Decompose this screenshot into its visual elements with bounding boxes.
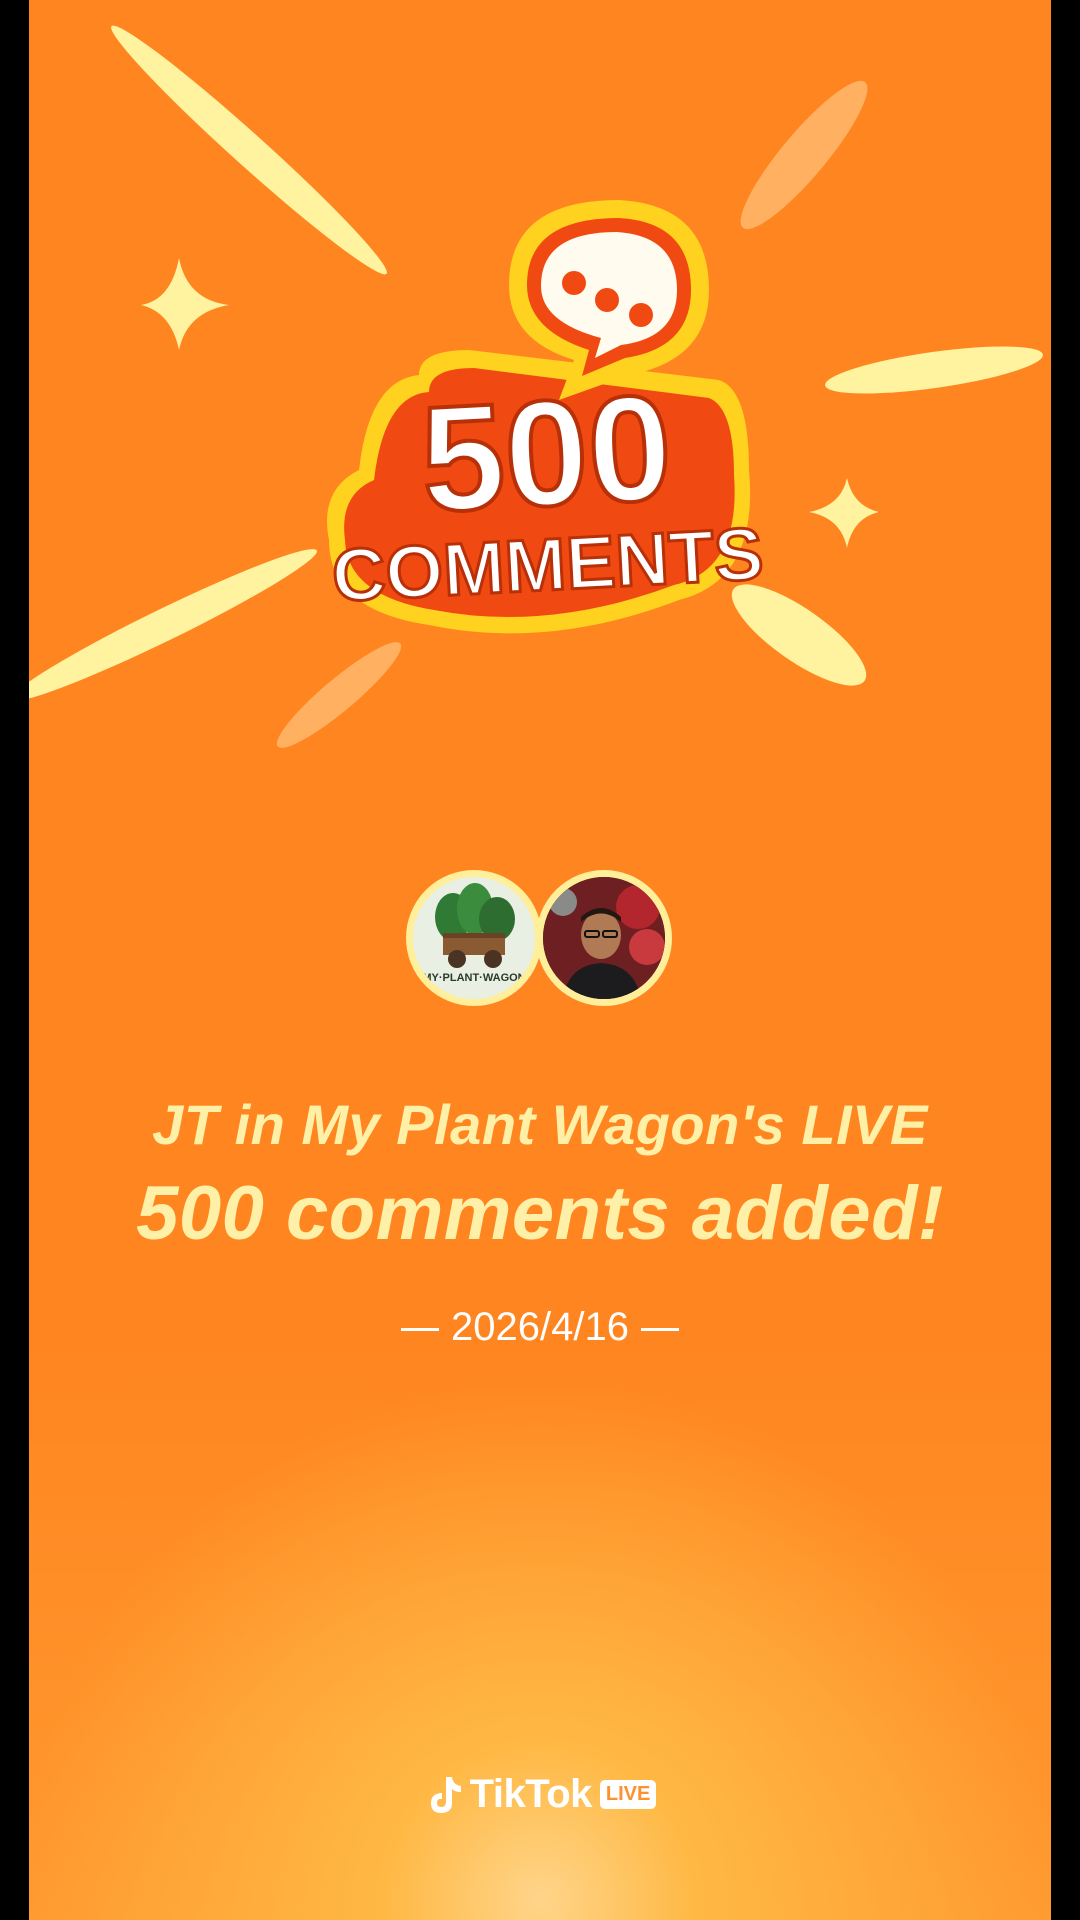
live-badge: LIVE	[599, 1780, 657, 1809]
headline-host-line: JT in My Plant Wagon's LIVE	[152, 1093, 928, 1156]
left-letterbox	[0, 0, 29, 1920]
right-letterbox	[1051, 0, 1080, 1920]
milestone-date: 2026/4/16	[29, 1305, 1051, 1350]
date-text: 2026/4/16	[451, 1305, 629, 1349]
plant-wagon-logo: MY·PLANT·WAGON	[413, 877, 535, 999]
avatar-jt[interactable]	[536, 870, 672, 1006]
date-dash-right	[640, 1327, 679, 1331]
tiktok-live-logo: TikTok LIVE	[29, 1772, 1051, 1817]
logo-text: MY·PLANT·WAGON	[422, 972, 525, 984]
date-dash-left	[401, 1327, 440, 1331]
participant-avatars: MY·PLANT·WAGON	[406, 870, 676, 1018]
avatar-my-plant-wagon[interactable]: MY·PLANT·WAGON	[406, 870, 542, 1006]
jt-photo	[543, 877, 665, 999]
tiktok-note-icon	[430, 1776, 461, 1813]
badge-number: 500	[417, 363, 676, 544]
headline-milestone-line: 500 comments added!	[136, 1171, 944, 1256]
milestone-badge: 500 COMMENTS	[327, 200, 767, 634]
brand-name: TikTok	[469, 1772, 593, 1816]
milestone-card: 500 COMMENTS MY·PLANT·WAGON JT in My Pla…	[29, 0, 1051, 1920]
